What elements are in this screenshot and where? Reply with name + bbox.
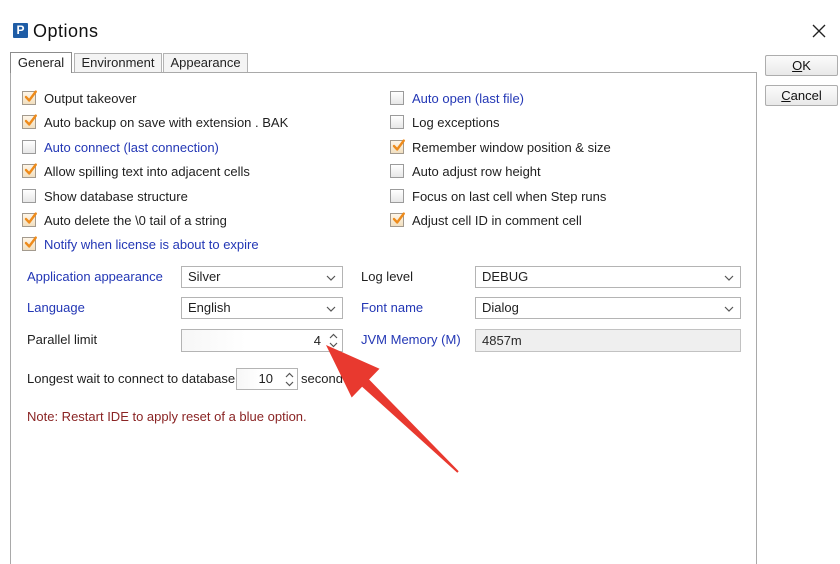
chevron-down-icon <box>326 275 336 281</box>
cancel-mnemonic: C <box>781 88 791 103</box>
output-takeover-label: Output takeover <box>44 90 137 106</box>
restart-note: Note: Restart IDE to apply reset of a bl… <box>27 409 307 424</box>
option-remember-window-position[interactable]: Remember window position & size <box>390 138 611 156</box>
ok-mnemonic: O <box>792 58 803 73</box>
jvm-memory-value: 4857m <box>482 333 522 348</box>
auto-adjust-row-height-label: Auto adjust row height <box>412 163 541 179</box>
spinner-arrows-icon[interactable] <box>285 372 294 387</box>
option-log-exceptions[interactable]: Log exceptions <box>390 113 499 131</box>
application-appearance-value: Silver <box>188 269 221 284</box>
checkmark-icon <box>392 212 405 224</box>
option-auto-adjust-row-height[interactable]: Auto adjust row height <box>390 162 541 180</box>
allow-spilling-text-checkbox[interactable] <box>22 163 37 178</box>
tab-environment[interactable]: Environment <box>74 53 162 72</box>
db-connect-wait-label: Longest wait to connect to database <box>27 371 236 386</box>
option-adjust-cell-id[interactable]: Adjust cell ID in comment cell <box>390 211 582 229</box>
option-allow-spilling-text[interactable]: Allow spilling text into adjacent cells <box>22 162 250 180</box>
checkmark-icon <box>24 212 37 224</box>
application-appearance-select[interactable]: Silver <box>181 266 343 288</box>
checkmark-icon <box>24 90 37 102</box>
font-name-value: Dialog <box>482 300 519 315</box>
notify-license-expire-checkbox[interactable] <box>22 236 37 251</box>
jvm-memory-label: JVM Memory (M) <box>361 332 461 347</box>
remember-window-position-checkbox[interactable] <box>390 139 405 154</box>
language-select[interactable]: English <box>181 297 343 319</box>
cancel-button[interactable]: Cancel <box>765 85 838 106</box>
tab-general-label: General <box>17 55 65 70</box>
language-label: Language <box>27 300 85 315</box>
tab-appearance-label: Appearance <box>170 55 241 70</box>
adjust-cell-id-label: Adjust cell ID in comment cell <box>412 212 582 228</box>
option-focus-last-cell[interactable]: Focus on last cell when Step runs <box>390 187 606 205</box>
log-exceptions-checkbox[interactable] <box>390 115 404 129</box>
adjust-cell-id-checkbox[interactable] <box>390 212 405 227</box>
option-auto-connect[interactable]: Auto connect (last connection) <box>22 138 219 156</box>
remember-window-position-label: Remember window position & size <box>412 139 611 155</box>
option-auto-delete-tail[interactable]: Auto delete the \0 tail of a string <box>22 211 227 229</box>
show-database-structure-label: Show database structure <box>44 188 188 204</box>
auto-backup-label: Auto backup on save with extension . BAK <box>44 114 289 130</box>
log-level-value: DEBUG <box>482 269 529 284</box>
option-show-database-structure[interactable]: Show database structure <box>22 187 188 205</box>
focus-last-cell-checkbox[interactable] <box>390 189 404 203</box>
parallel-limit-spinner[interactable]: 4 <box>181 329 343 352</box>
db-connect-wait-spinner[interactable]: 10 <box>236 368 298 390</box>
db-connect-wait-value: 10 <box>258 371 273 386</box>
jvm-memory-field[interactable]: 4857m <box>475 329 741 352</box>
chevron-down-icon <box>326 306 336 312</box>
chevron-down-icon <box>724 275 734 281</box>
ok-button[interactable]: OK <box>765 55 838 76</box>
language-value: English <box>188 300 231 315</box>
application-appearance-label: Application appearance <box>27 269 163 284</box>
auto-adjust-row-height-checkbox[interactable] <box>390 164 404 178</box>
output-takeover-checkbox[interactable] <box>22 90 37 105</box>
tab-general[interactable]: General <box>10 52 72 73</box>
option-output-takeover[interactable]: Output takeover <box>22 89 137 107</box>
log-level-select[interactable]: DEBUG <box>475 266 741 288</box>
font-name-label: Font name <box>361 300 424 315</box>
window-title: Options <box>33 21 99 41</box>
app-icon-letter: P <box>16 23 25 37</box>
checkmark-icon <box>392 139 405 151</box>
chevron-down-icon <box>724 306 734 312</box>
auto-connect-label: Auto connect (last connection) <box>44 139 219 155</box>
checkmark-icon <box>24 236 37 248</box>
tab-appearance[interactable]: Appearance <box>163 53 248 72</box>
db-connect-wait-unit: second <box>301 371 343 386</box>
log-exceptions-label: Log exceptions <box>412 114 500 130</box>
parallel-limit-label: Parallel limit <box>27 332 98 347</box>
auto-backup-checkbox[interactable] <box>22 114 37 129</box>
allow-spilling-text-label: Allow spilling text into adjacent cells <box>44 163 250 179</box>
auto-open-last-file-checkbox[interactable] <box>390 91 404 105</box>
notify-license-expire-label: Notify when license is about to expire <box>44 236 259 252</box>
auto-open-last-file-label: Auto open (last file) <box>412 90 525 106</box>
close-icon[interactable] <box>812 24 826 38</box>
option-notify-license-expire[interactable]: Notify when license is about to expire <box>22 235 259 253</box>
option-auto-backup[interactable]: Auto backup on save with extension . BAK <box>22 113 288 131</box>
parallel-limit-value: 4 <box>313 333 321 348</box>
auto-delete-tail-label: Auto delete the \0 tail of a string <box>44 212 227 228</box>
app-icon: P <box>13 23 28 38</box>
spinner-arrows-icon[interactable] <box>329 333 338 348</box>
log-level-label: Log level <box>361 269 414 284</box>
checkmark-icon <box>24 163 37 175</box>
cancel-label-rest: ancel <box>790 88 822 103</box>
ok-label-rest: K <box>802 58 811 73</box>
option-auto-open-last-file[interactable]: Auto open (last file) <box>390 89 524 107</box>
font-name-select[interactable]: Dialog <box>475 297 741 319</box>
auto-delete-tail-checkbox[interactable] <box>22 212 37 227</box>
checkmark-icon <box>24 114 37 126</box>
auto-connect-checkbox[interactable] <box>22 140 36 154</box>
tab-environment-label: Environment <box>81 55 155 70</box>
show-database-structure-checkbox[interactable] <box>22 189 36 203</box>
focus-last-cell-label: Focus on last cell when Step runs <box>412 188 607 204</box>
